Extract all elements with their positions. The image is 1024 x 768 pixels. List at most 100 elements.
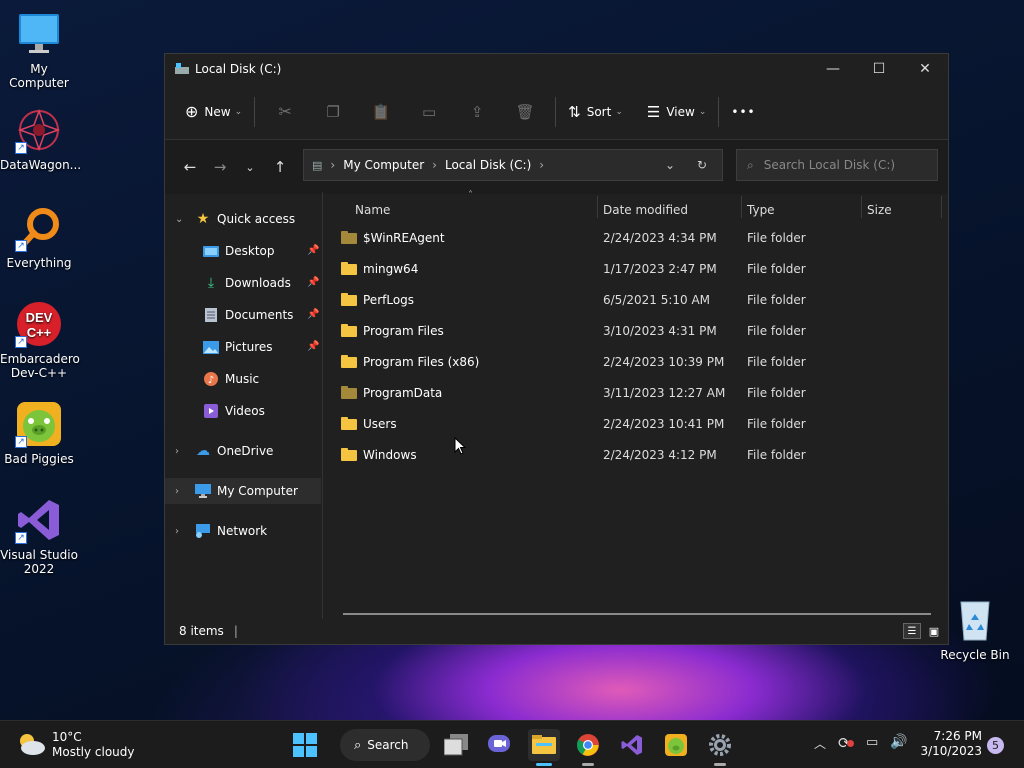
nav-item-pictures[interactable]: Pictures bbox=[203, 334, 321, 360]
file-row[interactable]: Program Files (x86) 2/24/2023 10:39 PM Fil… bbox=[341, 346, 941, 377]
recent-locations-button[interactable]: ⌄ bbox=[235, 152, 265, 182]
file-row[interactable]: mingw64 1/17/2023 2:47 PM File folder bbox=[341, 253, 941, 284]
address-dropdown-button[interactable]: ⌄ bbox=[658, 158, 690, 172]
desktop-icon-devcpp[interactable]: DEV C++ ↗ Embarcadero Dev-C++ bbox=[0, 300, 80, 380]
refresh-icon: ↻ bbox=[696, 158, 708, 172]
column-divider[interactable] bbox=[741, 196, 742, 218]
divider bbox=[718, 96, 720, 127]
nav-item-desktop[interactable]: Desktop bbox=[203, 238, 321, 264]
pin-icon[interactable]: 📌 bbox=[307, 245, 319, 256]
pin-icon[interactable]: 📌 bbox=[307, 277, 319, 288]
clock[interactable]: 7:26 PM 3/10/2023 bbox=[918, 729, 982, 759]
bad-piggies-taskbar-button[interactable] bbox=[660, 729, 692, 761]
settings-taskbar-button[interactable] bbox=[704, 729, 736, 766]
file-explorer-taskbar-button[interactable] bbox=[528, 729, 560, 766]
horizontal-scrollbar[interactable] bbox=[343, 613, 931, 615]
view-button[interactable]: ☰ View ⌄ bbox=[641, 94, 712, 130]
desktop-icon-datawagon[interactable]: ↗ DataWagon... bbox=[0, 106, 82, 172]
nav-item-downloads[interactable]: ⤓ Downloads bbox=[203, 270, 321, 296]
maximize-button[interactable]: ☐ bbox=[856, 54, 902, 84]
file-name-cell: ProgramData bbox=[341, 386, 601, 400]
file-name: Program Files (x86) bbox=[363, 354, 480, 369]
visual-studio-taskbar-button[interactable] bbox=[616, 729, 648, 761]
chrome-button[interactable] bbox=[572, 729, 604, 766]
desktop-icon-bad-piggies[interactable]: ↗ Bad Piggies bbox=[0, 400, 78, 466]
column-divider[interactable] bbox=[861, 196, 862, 218]
file-name-cell: $WinREAgent bbox=[341, 231, 601, 245]
windows-logo-icon bbox=[293, 733, 317, 757]
column-header-size[interactable]: Size bbox=[867, 196, 941, 224]
folder-icon bbox=[341, 448, 357, 461]
breadcrumb-local-disk[interactable]: Local Disk (C:) bbox=[445, 158, 531, 172]
search-box[interactable]: ⌕ Search Local Disk (C:) bbox=[736, 149, 938, 181]
new-button[interactable]: ⊕ New ⌄ bbox=[179, 94, 248, 130]
file-type: File folder bbox=[747, 323, 806, 338]
desktop-icon-everything[interactable]: ↗ Everything bbox=[0, 204, 78, 270]
visual-studio-icon bbox=[621, 735, 642, 755]
file-row[interactable]: PerfLogs 6/5/2021 5:10 AM File folder bbox=[341, 284, 941, 315]
desktop-icon-label: DataWagon... bbox=[0, 158, 82, 172]
show-hidden-icons-button[interactable]: ︿ bbox=[814, 735, 826, 752]
column-divider[interactable] bbox=[941, 196, 942, 218]
search-placeholder: Search Local Disk (C:) bbox=[763, 158, 896, 172]
folder-icon bbox=[341, 262, 357, 275]
weather-widget[interactable]: 10°C Mostly cloudy bbox=[16, 729, 135, 761]
file-row[interactable]: Program Files 3/10/2023 4:31 PM File folde… bbox=[341, 315, 941, 346]
task-view-button[interactable] bbox=[440, 729, 472, 761]
nav-item-network[interactable]: › Network bbox=[165, 518, 321, 544]
copy-button[interactable]: ❐ bbox=[309, 94, 357, 130]
desktop-icon-visual-studio[interactable]: ↗ Visual Studio 2022 bbox=[0, 496, 78, 576]
file-name: Users bbox=[363, 416, 397, 431]
refresh-button[interactable]: ↻ bbox=[690, 158, 722, 172]
chevron-down-icon: ⌄ bbox=[245, 160, 255, 174]
up-button[interactable]: ↑ bbox=[265, 152, 295, 182]
back-button[interactable]: ← bbox=[175, 152, 205, 182]
chat-button[interactable] bbox=[484, 729, 516, 761]
column-header-date[interactable]: Date modified bbox=[603, 196, 739, 224]
nav-item-videos[interactable]: Videos bbox=[203, 398, 321, 424]
nav-item-music[interactable]: ♪ Music bbox=[203, 366, 321, 392]
network-status-icon[interactable]: ▭ bbox=[866, 735, 878, 750]
nav-item-onedrive[interactable]: › ☁ OneDrive bbox=[165, 438, 321, 464]
nav-item-documents[interactable]: Documents bbox=[203, 302, 321, 328]
tiles-view-button[interactable]: ▣ bbox=[925, 623, 943, 639]
address-bar[interactable]: ▤ › My Computer › Local Disk (C:) › ⌄ ↻ bbox=[303, 149, 723, 181]
column-label: Date modified bbox=[603, 203, 689, 217]
pin-icon[interactable]: 📌 bbox=[307, 309, 319, 320]
taskbar-search-button[interactable]: ⌕ Search bbox=[340, 729, 430, 761]
pin-icon[interactable]: 📌 bbox=[307, 341, 319, 352]
details-view-button[interactable]: ☰ bbox=[903, 623, 921, 639]
nav-item-quick-access[interactable]: ⌄ ★ Quick access bbox=[165, 206, 321, 232]
close-button[interactable]: ✕ bbox=[902, 54, 948, 84]
volume-icon[interactable]: 🔊 bbox=[890, 734, 907, 750]
file-row[interactable]: $WinREAgent 2/24/2023 4:34 PM File folder bbox=[341, 222, 941, 253]
rename-button[interactable]: ▭ bbox=[405, 94, 453, 130]
notification-badge[interactable]: 5 bbox=[987, 737, 1004, 754]
column-header-type[interactable]: Type bbox=[747, 196, 859, 224]
start-button[interactable] bbox=[289, 729, 321, 761]
minimize-button[interactable]: — bbox=[810, 54, 856, 84]
nav-item-my-computer[interactable]: › My Computer bbox=[165, 478, 321, 504]
file-row[interactable]: Windows 2/24/2023 4:12 PM File folder bbox=[341, 439, 941, 470]
column-header-name[interactable]: Name bbox=[355, 196, 595, 224]
delete-button[interactable]: 🗑 bbox=[501, 94, 549, 130]
paste-button[interactable]: 📋 bbox=[357, 94, 405, 130]
cut-button[interactable]: ✂ bbox=[261, 94, 309, 130]
nav-label: OneDrive bbox=[217, 444, 274, 458]
more-options-button[interactable]: ••• bbox=[725, 94, 761, 130]
sync-icon[interactable]: ⟳ bbox=[838, 734, 854, 752]
file-row[interactable]: Users 2/24/2023 10:41 PM File folder bbox=[341, 408, 941, 439]
folder-icon bbox=[341, 231, 357, 244]
column-divider[interactable] bbox=[597, 196, 598, 218]
share-button[interactable]: ⇪ bbox=[453, 94, 501, 130]
desktop-icon-my-computer[interactable]: My Computer bbox=[0, 10, 78, 90]
view-list-icon: ☰ bbox=[646, 102, 661, 121]
search-icon: ⌕ bbox=[747, 157, 754, 172]
breadcrumb-my-computer[interactable]: My Computer bbox=[343, 158, 424, 172]
sort-button[interactable]: ⇅ Sort ⌄ bbox=[562, 94, 629, 130]
video-icon bbox=[203, 404, 219, 418]
nav-label: Pictures bbox=[225, 340, 273, 354]
file-row[interactable]: ProgramData 3/11/2023 12:27 AM File folder bbox=[341, 377, 941, 408]
forward-button[interactable]: → bbox=[205, 152, 235, 182]
title-bar[interactable]: Local Disk (C:) — ☐ ✕ bbox=[165, 54, 948, 84]
